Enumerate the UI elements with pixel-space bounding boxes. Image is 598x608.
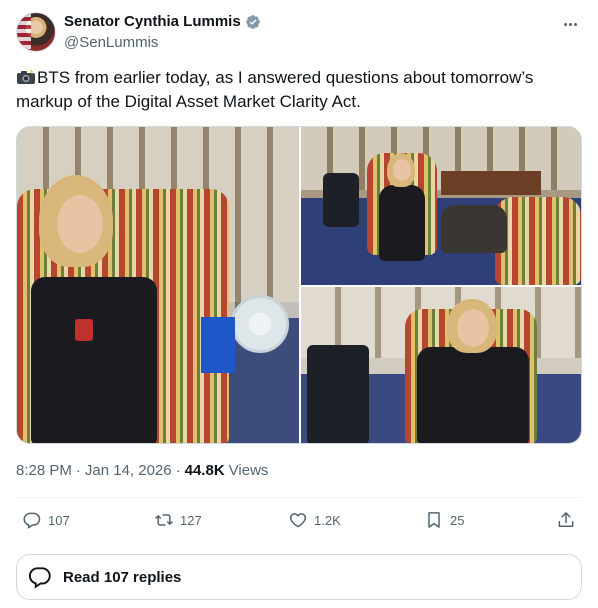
read-replies-label: Read 107 replies: [63, 568, 182, 586]
striped-armchair-foreground: [495, 197, 581, 285]
avatar[interactable]: [16, 12, 56, 52]
retweet-button[interactable]: 127: [154, 510, 202, 530]
share-icon: [558, 512, 574, 527]
divider: [16, 497, 582, 498]
read-replies-button[interactable]: Read 107 replies: [16, 554, 582, 600]
tweet-text-line-2: markup of the Digital Asset Market Clari…: [16, 92, 361, 111]
tweet-text: BTS from earlier today, as I answered qu…: [16, 66, 582, 114]
red-cup: [75, 319, 93, 341]
photo-3[interactable]: [301, 287, 581, 443]
person-face: [57, 195, 103, 253]
bookmark-count: 25: [450, 512, 465, 528]
suitcase: [307, 345, 369, 443]
camera-with-flash-icon: [16, 68, 36, 84]
suitcase: [323, 173, 359, 227]
wooden-desk: [441, 171, 541, 195]
more-options-icon[interactable]: [558, 14, 582, 34]
name-row: Senator Cynthia Lummis: [64, 13, 261, 30]
meta-separator: ·: [75, 462, 81, 479]
interviewer: [441, 205, 507, 253]
person-body: [379, 185, 425, 261]
tweet-date[interactable]: Jan 14, 2026: [85, 462, 172, 479]
like-button[interactable]: 1.2K: [288, 510, 341, 530]
bookmark-button[interactable]: 25: [424, 510, 464, 530]
desk-fan: [231, 295, 289, 353]
views-count: 44.8K: [184, 462, 225, 479]
blue-bin: [201, 317, 235, 373]
retweet-count: 127: [180, 512, 202, 528]
photo-1[interactable]: [17, 127, 299, 443]
author-name[interactable]: Senator Cynthia Lummis: [64, 13, 241, 30]
tweet-time[interactable]: 8:28 PM: [16, 462, 72, 479]
heart-icon: [289, 513, 307, 528]
action-bar: 107 127 1.2K 25: [16, 510, 582, 536]
tweet-meta: 8:28 PM · Jan 14, 2026 · 44.8K Views: [16, 462, 268, 479]
reply-count: 107: [48, 512, 70, 528]
retweet-icon: [155, 514, 173, 526]
like-count: 1.2K: [314, 512, 341, 528]
person-face: [457, 309, 489, 347]
verified-badge-icon: [245, 14, 261, 30]
views-label: Views: [228, 462, 269, 479]
person-body: [417, 347, 529, 443]
tweet-header: Senator Cynthia Lummis @SenLummis: [16, 12, 582, 56]
reply-button[interactable]: 107: [22, 510, 70, 530]
author-handle[interactable]: @SenLummis: [64, 34, 158, 51]
share-button[interactable]: [556, 510, 576, 530]
media-grid: [16, 126, 582, 444]
reply-bubble-icon: [28, 567, 51, 589]
photo-2[interactable]: [301, 127, 581, 285]
reply-icon: [23, 512, 41, 529]
bookmark-icon: [428, 512, 440, 528]
meta-separator: ·: [175, 462, 181, 479]
person-face: [393, 159, 411, 181]
person-body: [31, 277, 157, 443]
tweet-text-line-1: BTS from earlier today, as I answered qu…: [37, 68, 534, 87]
flag-graphic: [17, 13, 31, 51]
